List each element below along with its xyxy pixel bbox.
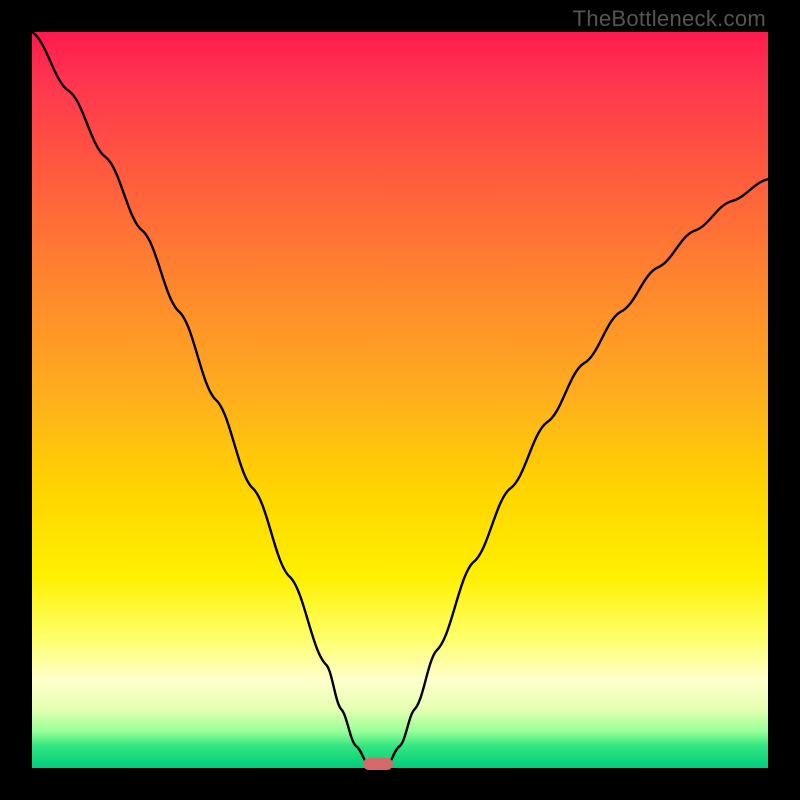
chart-frame: TheBottleneck.com	[0, 0, 800, 800]
curve-right	[385, 179, 768, 768]
watermark-text: TheBottleneck.com	[573, 6, 766, 32]
bottleneck-curve	[32, 32, 768, 768]
curve-left	[32, 32, 371, 768]
bottleneck-marker	[363, 758, 392, 770]
